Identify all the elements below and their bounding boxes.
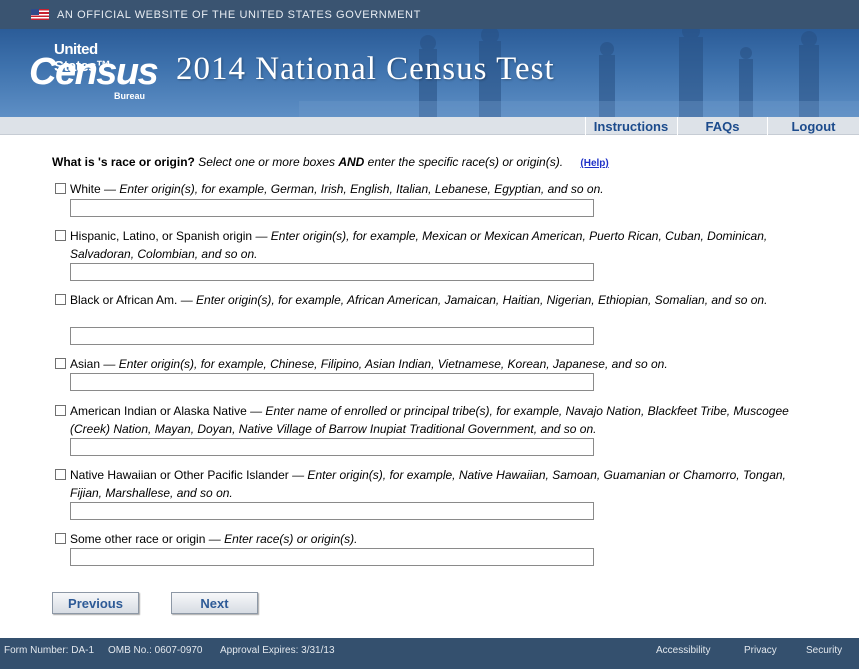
us-flag-icon [31, 9, 49, 20]
option-asian: Asian — Enter origin(s), for example, Ch… [55, 355, 815, 391]
site-header: United States™ Census Bureau 2014 Nation… [0, 29, 859, 117]
option-other: Some other race or origin — Enter race(s… [55, 530, 815, 566]
footer-security-link[interactable]: Security [806, 645, 842, 656]
logo-bureau-text: Bureau [114, 91, 146, 101]
top-nav: Instructions FAQs Logout [0, 117, 859, 135]
option-white: White — Enter origin(s), for example, Ge… [55, 180, 815, 217]
american-indian-checkbox[interactable] [55, 405, 66, 416]
pacific-islander-origin-input[interactable] [70, 502, 594, 520]
option-label: Some other race or origin [70, 532, 206, 546]
option-label: Black or African Am. [70, 293, 178, 307]
option-american-indian: American Indian or Alaska Native — Enter… [55, 402, 815, 456]
page-title: 2014 National Census Test [176, 51, 555, 87]
gov-banner-text: AN OFFICIAL WEBSITE OF THE UNITED STATES… [57, 8, 421, 21]
option-label: White [70, 182, 101, 196]
approval-expires: Approval Expires: 3/31/13 [220, 645, 335, 656]
nav-faqs-link[interactable]: FAQs [677, 117, 767, 135]
census-bureau-logo[interactable]: United States™ Census Bureau [29, 39, 159, 109]
logo-census-text: Census [29, 51, 159, 93]
page-footer: Form Number: DA-1 OMB No.: 0607-0970 App… [0, 638, 859, 669]
previous-button[interactable]: Previous [52, 592, 139, 614]
asian-checkbox[interactable] [55, 358, 66, 369]
help-link[interactable]: (Help) [580, 158, 608, 169]
footer-accessibility-link[interactable]: Accessibility [656, 645, 710, 656]
asian-origin-input[interactable] [70, 373, 594, 391]
option-instruction: — Enter race(s) or origin(s). [205, 532, 358, 546]
option-black: Black or African Am. — Enter origin(s), … [55, 291, 815, 345]
black-checkbox[interactable] [55, 294, 66, 305]
option-pacific-islander: Native Hawaiian or Other Pacific Islande… [55, 466, 815, 520]
gov-banner: AN OFFICIAL WEBSITE OF THE UNITED STATES… [0, 0, 859, 29]
option-label: Native Hawaiian or Other Pacific Islande… [70, 468, 289, 482]
option-label: Hispanic, Latino, or Spanish origin [70, 229, 253, 243]
white-origin-input[interactable] [70, 199, 594, 217]
other-origin-input[interactable] [70, 548, 594, 566]
option-instruction: — Enter origin(s), for example, Chinese,… [100, 357, 668, 371]
option-instruction: — Enter origin(s), for example, African … [177, 293, 768, 307]
omb-number: OMB No.: 0607-0970 [108, 645, 203, 656]
race-question-form: What is 's race or origin? Select one or… [52, 155, 842, 171]
footer-privacy-link[interactable]: Privacy [744, 645, 777, 656]
nav-logout-link[interactable]: Logout [767, 117, 859, 135]
option-label: American Indian or Alaska Native [70, 404, 247, 418]
question-heading: What is 's race or origin? Select one or… [52, 155, 842, 171]
other-checkbox[interactable] [55, 533, 66, 544]
question-instruction: Select one or more boxes AND enter the s… [198, 155, 564, 169]
black-origin-input[interactable] [70, 327, 594, 345]
hispanic-checkbox[interactable] [55, 230, 66, 241]
next-button[interactable]: Next [171, 592, 258, 614]
form-number: Form Number: DA-1 [4, 645, 95, 656]
option-instruction: — Enter origin(s), for example, German, … [100, 182, 604, 196]
pacific-islander-checkbox[interactable] [55, 469, 66, 480]
nav-instructions-link[interactable]: Instructions [585, 117, 676, 135]
option-label: Asian [70, 357, 101, 371]
option-hispanic: Hispanic, Latino, or Spanish origin — En… [55, 227, 815, 281]
white-checkbox[interactable] [55, 183, 66, 194]
question-label: What is 's race or origin? [52, 155, 195, 169]
american-indian-tribe-input[interactable] [70, 438, 594, 456]
hispanic-origin-input[interactable] [70, 263, 594, 281]
